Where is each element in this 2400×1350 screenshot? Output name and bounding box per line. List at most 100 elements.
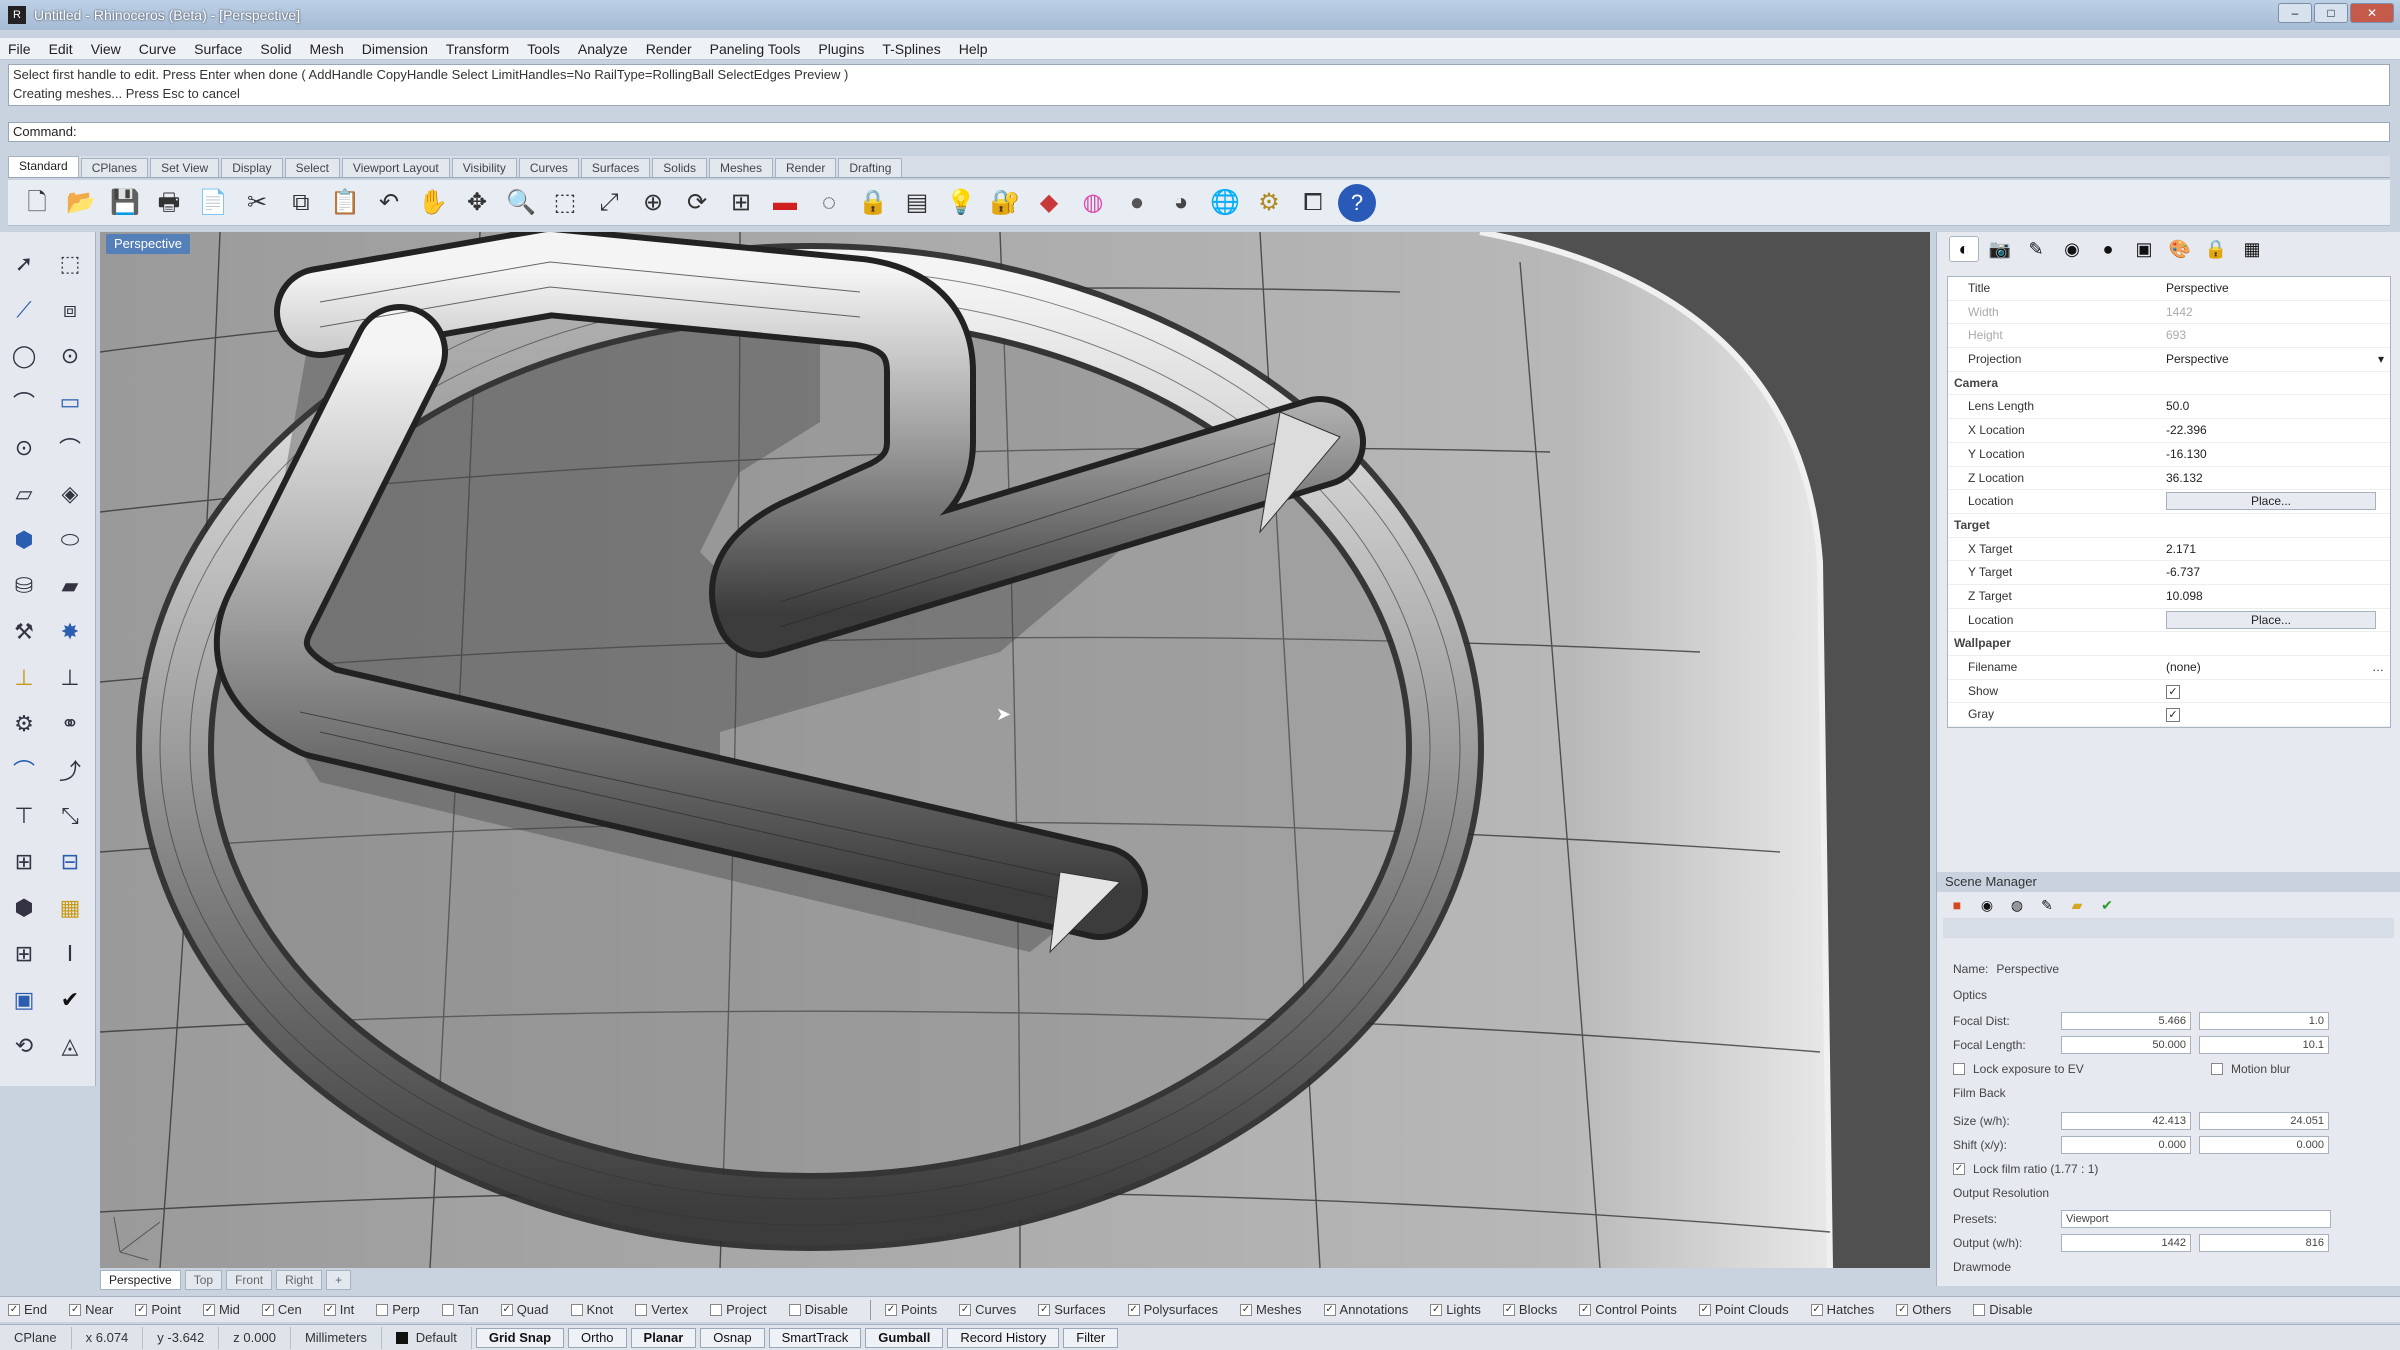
stop-icon[interactable]: ■ [1947,895,1967,915]
property-value[interactable]: 693 [2158,324,2390,347]
tool-icon[interactable]: ⌒ [6,384,42,420]
status-filter-checkbox[interactable] [788,1303,801,1316]
menu-item[interactable]: Dimension [362,41,428,57]
status-filter-checkbox[interactable]: ✓ [1038,1303,1051,1316]
tool-icon[interactable]: ⚒ [6,614,42,650]
status-filter-checkbox[interactable]: ✓ [202,1303,215,1316]
status-pane[interactable]: SmartTrack [768,1327,862,1348]
status-filter-item[interactable]: ✓ Control Points [1579,1302,1677,1317]
menu-item[interactable]: Paneling Tools [710,41,801,57]
toolbar-tab[interactable]: Display [221,158,283,177]
shaded-icon[interactable]: ◕ [1162,184,1200,222]
rotate-icon[interactable]: ✥ [458,184,496,222]
toolbar-tab[interactable]: Standard [8,156,79,177]
menu-item[interactable]: Plugins [818,41,864,57]
command-input[interactable]: Command: [8,122,2390,142]
environment-icon[interactable]: ● [2093,236,2123,262]
light-icon[interactable]: 💡 [942,184,980,222]
optics-field[interactable]: 0.000 [2199,1136,2329,1154]
viewport-tab[interactable]: Top [184,1270,223,1290]
lock-exposure-checkbox[interactable] [1953,1063,1965,1075]
tool-icon[interactable]: ◈ [52,476,88,512]
optics-field[interactable]: 5.466 [2061,1012,2191,1030]
status-filter-checkbox[interactable]: ✓ [1502,1303,1515,1316]
menu-item[interactable]: Mesh [310,41,344,57]
tool-icon[interactable]: ✔ [52,982,88,1018]
folder-icon[interactable]: ▰ [2067,895,2087,915]
tool-icon[interactable]: ⊥ [52,660,88,696]
property-value[interactable]: 50.0 [2158,395,2390,418]
light-icon[interactable]: ✎ [2021,236,2051,262]
optics-field[interactable]: 42.413 [2061,1112,2191,1130]
status-filter-item[interactable]: ✓ Curves [959,1302,1016,1317]
output-height-field[interactable]: 816 [2199,1234,2329,1252]
status-filter-checkbox[interactable]: ✓ [500,1303,513,1316]
status-filter-checkbox[interactable]: ✓ [1323,1303,1336,1316]
cplane-label[interactable]: CPlane [0,1326,72,1349]
presets-select[interactable]: Viewport [2061,1210,2331,1228]
tool-icon[interactable]: ⊞ [6,936,42,972]
toolbar-tab[interactable]: Curves [518,158,579,177]
print-icon[interactable]: 🖶 [150,184,188,222]
status-filter-item[interactable]: ✓ Others [1896,1302,1951,1317]
maximize-button[interactable]: □ [2314,3,2348,23]
property-value[interactable]: 1442 [2158,301,2390,324]
tool-icon[interactable]: Ⅰ [52,936,88,972]
viewport-title[interactable]: Perspective [106,234,190,254]
property-value[interactable]: Perspective ▾ [2158,348,2390,371]
menu-item[interactable]: Edit [49,41,73,57]
grid-icon[interactable]: ▦ [2237,236,2267,262]
close-button[interactable]: ✕ [2350,3,2394,23]
new-icon[interactable]: 🗋 [18,184,56,222]
tool-icon[interactable]: ⟋ [6,292,42,328]
lock-object-icon[interactable]: 🔐 [986,184,1024,222]
tool-icon[interactable]: ▦ [52,890,88,926]
options-icon[interactable]: ⚙ [1250,184,1288,222]
status-filter-checkbox[interactable]: ✓ [1127,1303,1140,1316]
paste-icon[interactable]: 📋 [326,184,364,222]
status-filter-item[interactable]: ✓ Point Clouds [1698,1302,1789,1317]
menu-item[interactable]: Tools [527,41,560,57]
status-filter-checkbox[interactable]: ✓ [69,1303,82,1316]
camera-icon[interactable]: 📷 [1985,236,2015,262]
menu-item[interactable]: Transform [446,41,509,57]
status-filter-item[interactable]: ✓ Polysurfaces [1127,1302,1218,1317]
status-pane[interactable]: Osnap [700,1327,765,1348]
units[interactable]: Millimeters [291,1326,383,1349]
status-filter-checkbox[interactable]: ✓ [884,1303,897,1316]
menu-item[interactable]: Surface [194,41,242,57]
chevron-down-icon[interactable]: ▾ [2378,348,2384,370]
status-filter-checkbox[interactable]: ✓ [1810,1303,1823,1316]
status-filter-checkbox[interactable]: ✓ [1579,1303,1592,1316]
zoom-selected-icon[interactable]: ⊕ [634,184,672,222]
status-filter-item[interactable]: ✓ Surfaces [1038,1302,1106,1317]
rotate-view-icon[interactable]: ⟳ [678,184,716,222]
tool-icon[interactable]: ⊞ [6,844,42,880]
tool-icon[interactable]: ◯ [6,338,42,374]
viewport-tab[interactable]: Perspective [100,1270,181,1290]
status-pane[interactable]: Grid Snap [475,1327,565,1348]
status-filter-item[interactable]: ✓ Points [884,1302,937,1317]
scene-list[interactable] [1943,918,2394,938]
viewport-perspective[interactable]: Perspective ➤ [100,232,1930,1268]
property-value[interactable]: -22.396 [2158,419,2390,442]
tool-icon[interactable]: ⟲ [6,1028,42,1064]
status-filter-item[interactable]: ✓ Quad [500,1302,549,1317]
cut-icon[interactable]: ✂ [238,184,276,222]
status-filter-checkbox[interactable] [570,1303,583,1316]
zoom-window-icon[interactable]: ⬚ [546,184,584,222]
menu-item[interactable]: Solid [260,41,291,57]
property-value[interactable]: 36.132 [2158,467,2390,490]
pan-icon[interactable]: ✋ [414,184,452,222]
property-value[interactable]: -16.130 [2158,443,2390,466]
tool-icon[interactable]: ⊤ [6,798,42,834]
tool-icon[interactable]: ⊟ [52,844,88,880]
status-pane[interactable]: Planar [630,1327,697,1348]
status-filter-item[interactable]: Project [710,1302,767,1317]
layer-icon[interactable]: ▤ [898,184,936,222]
toolbar-tab[interactable]: Visibility [451,158,517,177]
status-filter-checkbox[interactable]: ✓ [959,1303,972,1316]
property-value[interactable]: (none)… [2158,656,2390,679]
status-filter-item[interactable]: ✓ Meshes [1240,1302,1302,1317]
property-value[interactable]: ✓ [2158,703,2390,726]
